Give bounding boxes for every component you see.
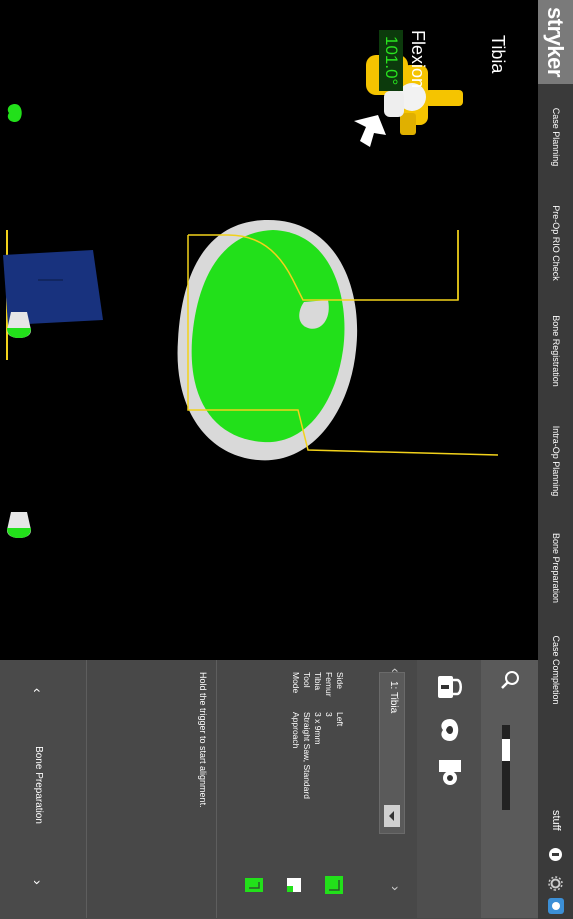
info-key: Tibia <box>313 672 323 691</box>
bone-selector[interactable]: 1: Tibia <box>379 672 405 834</box>
probe-icon[interactable] <box>283 874 305 896</box>
info-value: Approach <box>291 712 301 749</box>
info-value: 3 x 9mm <box>313 712 323 745</box>
chevron-next-icon[interactable]: › <box>30 880 46 885</box>
info-key: Mode <box>291 672 301 694</box>
bone-view-icon[interactable] <box>435 715 465 745</box>
probe-marker-upper <box>7 312 31 338</box>
footer-step-label: Bone Preparation <box>33 746 44 824</box>
lock-icon[interactable] <box>435 672 463 702</box>
zoom-slider[interactable] <box>502 725 510 810</box>
instruction-panel: Hold the trigger to start alignment. <box>86 660 217 918</box>
bone-selector-value: 1: Tibia <box>388 681 399 714</box>
info-icon[interactable] <box>549 848 562 861</box>
implant-icon[interactable] <box>323 874 345 896</box>
case-info-list: Side Femur Tibia Tool Mode Left 3 3 x 9m… <box>225 672 345 852</box>
tool-icon-strip <box>417 660 481 918</box>
zoom-slider-thumb[interactable] <box>502 739 510 761</box>
bone-status-marker <box>7 104 22 122</box>
top-nav-bar: stryker Case Planning Pre-Op RIO Check B… <box>538 0 573 919</box>
panel-footer: ‹ Bone Preparation › <box>0 660 87 918</box>
chevron-prev-icon[interactable]: ‹ <box>30 688 46 693</box>
flexion-value: 101.0° <box>379 30 403 92</box>
bone-label: Tibia <box>488 35 508 74</box>
tab-case-completion[interactable]: Case Completion <box>538 620 573 720</box>
chevron-left-icon[interactable]: ‹ <box>388 668 404 673</box>
tab-bone-preparation[interactable]: Bone Preparation <box>538 516 573 620</box>
selector-dropdown-button[interactable] <box>384 805 400 827</box>
probe-marker-lower <box>7 512 31 538</box>
view-control-strip <box>481 660 538 918</box>
tab-intra-op-planning[interactable]: Intra-Op Planning <box>538 406 573 516</box>
gear-icon[interactable] <box>548 876 563 891</box>
search-icon[interactable] <box>500 670 520 690</box>
info-value: Straight Saw, Standard <box>302 712 312 799</box>
info-value: 3 <box>324 712 334 717</box>
info-key: Femur <box>324 672 334 697</box>
user-area: stuff <box>538 790 573 919</box>
flexion-label: Flexion <box>408 30 428 89</box>
tab-bone-registration[interactable]: Bone Registration <box>538 296 573 406</box>
user-name[interactable]: stuff <box>538 810 573 831</box>
robot-tool-icon[interactable] <box>435 758 465 788</box>
saw-icon[interactable] <box>243 874 265 896</box>
case-info-panel: 1: Tibia ‹ › Side Femur Tibia Tool Mode … <box>217 660 417 918</box>
instruction-text: Hold the trigger to start alignment. <box>198 672 208 808</box>
stryker-logo: stryker <box>538 0 573 84</box>
info-key: Side <box>335 672 345 690</box>
tab-case-planning[interactable]: Case Planning <box>538 84 573 190</box>
info-key: Tool <box>302 672 312 688</box>
app-stage: stryker Case Planning Pre-Op RIO Check B… <box>0 0 573 919</box>
info-value: Left <box>335 712 345 727</box>
chevron-right-icon[interactable]: › <box>388 886 404 891</box>
tab-pre-op-rio-check[interactable]: Pre-Op RIO Check <box>538 190 573 296</box>
camera-icon[interactable] <box>548 898 564 914</box>
implant-outline <box>187 230 498 456</box>
3d-viewport[interactable]: Tibia Flexion 101.0° <box>0 0 538 660</box>
